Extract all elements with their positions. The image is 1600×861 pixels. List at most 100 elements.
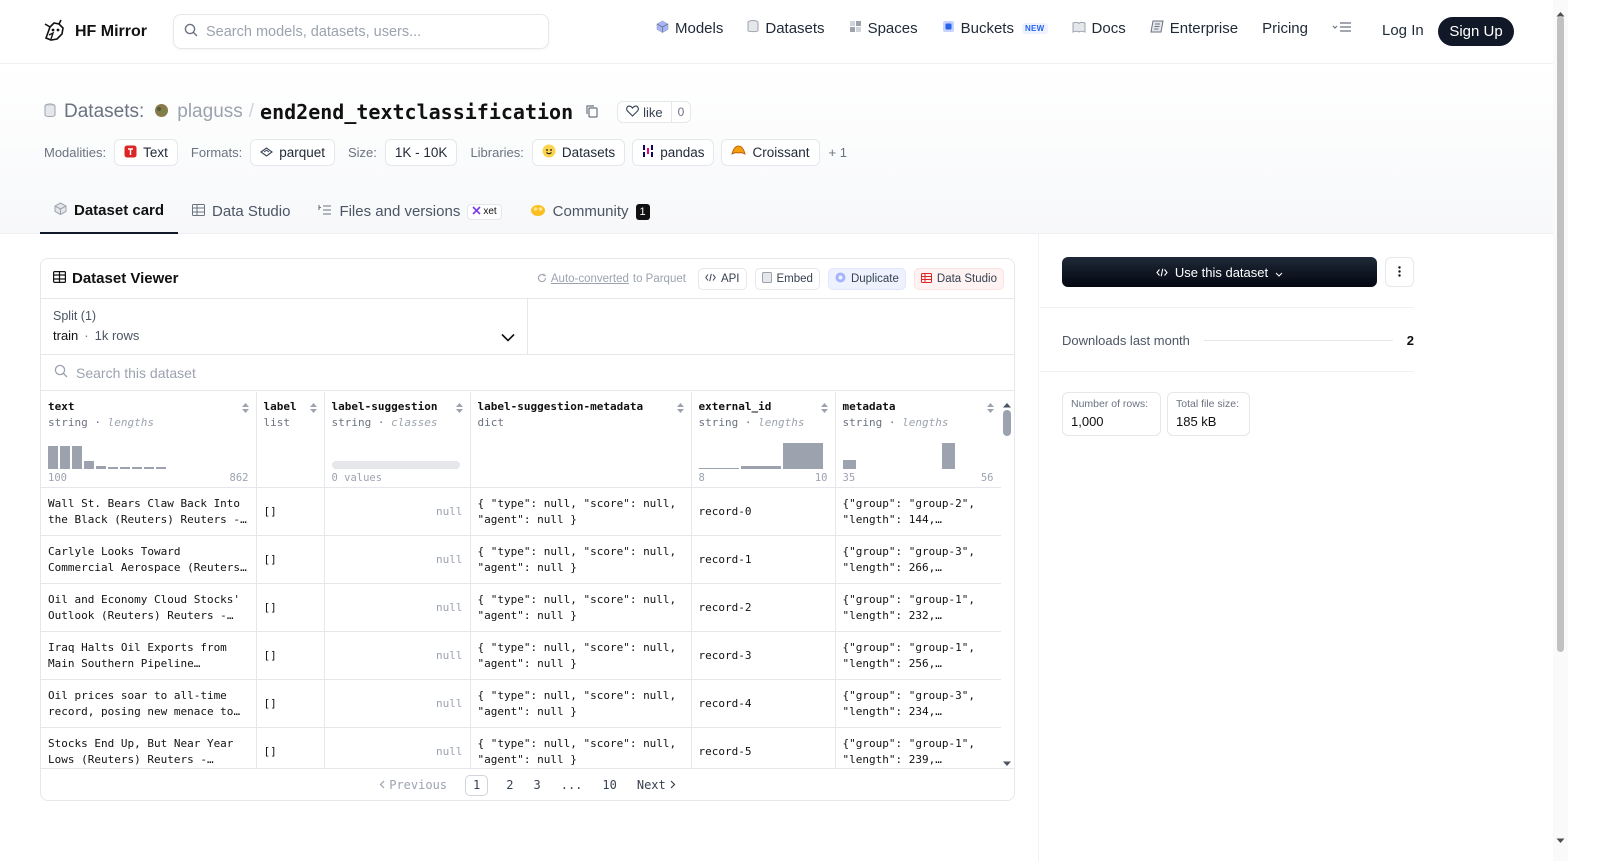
histogram-bar[interactable] <box>941 442 955 469</box>
cell-label[interactable]: [] <box>256 487 325 536</box>
cell-text[interactable]: Iraq Halts Oil Exports from Main Souther… <box>41 631 257 680</box>
table-row[interactable]: Carlyle Looks Toward Commercial Aerospac… <box>41 535 1001 584</box>
sort-icon[interactable] <box>820 401 829 417</box>
cell-label[interactable]: [] <box>256 583 325 632</box>
nav-buckets[interactable]: Buckets NEW <box>942 20 1048 37</box>
nav-enterprise[interactable]: Enterprise <box>1150 20 1238 37</box>
pager-page-3[interactable]: 3 <box>523 775 550 796</box>
split-select[interactable]: Split (1) train · 1k rows <box>41 299 528 354</box>
column-header-external_id[interactable]: external_id string · lengths 8 10 <box>691 392 836 488</box>
use-this-dataset-button[interactable]: Use this dataset <box>1062 257 1377 287</box>
cell-suggestion-metadata[interactable]: { "type": null, "score": null, "agent": … <box>470 487 692 536</box>
auto-converted-link[interactable]: Auto-converted <box>551 273 629 285</box>
histogram-bar[interactable] <box>84 460 94 469</box>
table-row[interactable]: Oil prices soar to all-time record, posi… <box>41 679 1001 728</box>
tag-format-parquet[interactable]: parquet <box>250 139 335 166</box>
sort-icon[interactable] <box>241 401 250 417</box>
cell-metadata[interactable]: {"group": "group-3", "length": 234, "len… <box>835 679 1001 728</box>
histogram-bar[interactable] <box>842 459 856 469</box>
nav-docs[interactable]: Docs <box>1072 20 1126 37</box>
page-scrollbar[interactable] <box>1553 0 1568 861</box>
like-button[interactable]: like 0 <box>617 101 692 123</box>
section-label[interactable]: Datasets: <box>64 101 144 123</box>
column-header-label-suggestion-metadata[interactable]: label-suggestion-metadata dict <box>470 392 692 488</box>
signup-button[interactable]: Sign Up <box>1438 17 1514 46</box>
histogram-bar[interactable] <box>132 466 142 469</box>
pager-page-10[interactable]: 10 <box>592 775 626 796</box>
cell-text[interactable]: Wall St. Bears Claw Back Into the Black … <box>41 487 257 536</box>
cell-label-suggestion[interactable]: null <box>324 727 471 768</box>
histogram-bar[interactable] <box>120 466 130 469</box>
tag-modality-text[interactable]: Text <box>114 139 178 166</box>
histogram-bar[interactable] <box>72 445 82 469</box>
cell-external-id[interactable]: record-2 <box>691 583 836 632</box>
nav-more-menu[interactable] <box>1332 20 1352 37</box>
cell-label[interactable]: [] <box>256 679 325 728</box>
repo-name[interactable]: end2end_textclassification <box>260 100 573 124</box>
dataset-search-input[interactable] <box>76 364 476 381</box>
column-header-metadata[interactable]: metadata string · lengths 35 56 <box>835 392 1001 488</box>
cell-suggestion-metadata[interactable]: { "type": null, "score": null, "agent": … <box>470 583 692 632</box>
embed-button[interactable]: Embed <box>754 268 820 290</box>
sort-icon[interactable] <box>309 401 318 417</box>
tag-library-croissant[interactable]: Croissant <box>721 139 820 166</box>
histogram-bar[interactable] <box>48 445 58 469</box>
cell-metadata[interactable]: {"group": "group-1", "length": 239, "len… <box>835 727 1001 768</box>
cell-label-suggestion[interactable]: null <box>324 631 471 680</box>
nav-pricing[interactable]: Pricing <box>1262 20 1308 37</box>
histogram-bar[interactable] <box>144 466 154 469</box>
tab-files-and-versions[interactable]: Files and versions xet <box>304 189 515 234</box>
cell-label-suggestion[interactable]: null <box>324 679 471 728</box>
column-header-label-suggestion[interactable]: label-suggestion string · classes 0 values <box>324 392 471 488</box>
histogram-bar[interactable] <box>782 442 823 469</box>
table-scroll-thumb[interactable] <box>1003 410 1011 436</box>
api-button[interactable]: API <box>697 268 747 290</box>
sort-icon[interactable] <box>986 401 995 417</box>
table-row[interactable]: Oil and Economy Cloud Stocks' Outlook (R… <box>41 583 1001 632</box>
histogram-bar[interactable] <box>108 466 118 469</box>
more-libraries[interactable]: + 1 <box>829 145 847 160</box>
nav-datasets[interactable]: Datasets <box>747 20 825 37</box>
cell-label-suggestion[interactable]: null <box>324 487 471 536</box>
tab-community[interactable]: Community 1 <box>516 189 664 234</box>
cell-external-id[interactable]: record-5 <box>691 727 836 768</box>
tab-dataset-card[interactable]: Dataset card <box>40 189 179 234</box>
scroll-up-icon[interactable] <box>1002 395 1012 411</box>
cell-external-id[interactable]: record-0 <box>691 487 836 536</box>
cell-metadata[interactable]: {"group": "group-3", "length": 266, "len… <box>835 535 1001 584</box>
histogram-bar[interactable] <box>156 466 166 469</box>
histogram-bar[interactable] <box>740 465 781 469</box>
global-search[interactable] <box>173 14 549 49</box>
cell-metadata[interactable]: {"group": "group-1", "length": 256, "len… <box>835 631 1001 680</box>
column-header-text[interactable]: text string · lengths 100 862 <box>41 392 257 488</box>
histogram-bar[interactable] <box>60 445 70 469</box>
more-options-button[interactable] <box>1385 257 1414 287</box>
cell-text[interactable]: Carlyle Looks Toward Commercial Aerospac… <box>41 535 257 584</box>
cell-text[interactable]: Oil prices soar to all-time record, posi… <box>41 679 257 728</box>
scroll-down-icon[interactable] <box>1556 831 1565 847</box>
page-scroll-thumb[interactable] <box>1557 16 1564 652</box>
sort-icon[interactable] <box>455 401 464 417</box>
cell-external-id[interactable]: record-3 <box>691 631 836 680</box>
cell-suggestion-metadata[interactable]: { "type": null, "score": null, "agent": … <box>470 631 692 680</box>
cell-external-id[interactable]: record-4 <box>691 679 836 728</box>
histogram-bar[interactable] <box>96 465 106 469</box>
cell-suggestion-metadata[interactable]: { "type": null, "score": null, "agent": … <box>470 679 692 728</box>
tag-library-datasets[interactable]: Datasets <box>531 139 626 166</box>
cell-suggestion-metadata[interactable]: { "type": null, "score": null, "agent": … <box>470 535 692 584</box>
table-row[interactable]: Stocks End Up, But Near Year Lows (Reute… <box>41 727 1001 768</box>
cell-metadata[interactable]: {"group": "group-2", "length": 144, "len… <box>835 487 1001 536</box>
cell-text[interactable]: Oil and Economy Cloud Stocks' Outlook (R… <box>41 583 257 632</box>
tag-library-pandas[interactable]: pandas <box>632 139 715 166</box>
cell-label[interactable]: [] <box>256 727 325 768</box>
sort-icon[interactable] <box>676 401 685 417</box>
cell-text[interactable]: Stocks End Up, But Near Year Lows (Reute… <box>41 727 257 768</box>
cell-label-suggestion[interactable]: null <box>324 535 471 584</box>
tag-size[interactable]: 1K - 10K <box>384 139 458 166</box>
cell-metadata[interactable]: {"group": "group-1", "length": 232, "len… <box>835 583 1001 632</box>
pager-next[interactable]: Next <box>627 775 686 796</box>
histogram-bar[interactable] <box>698 467 739 469</box>
nav-spaces[interactable]: Spaces <box>849 20 918 37</box>
dataset-search[interactable] <box>41 355 1014 391</box>
login-link[interactable]: Log In <box>1382 22 1424 39</box>
